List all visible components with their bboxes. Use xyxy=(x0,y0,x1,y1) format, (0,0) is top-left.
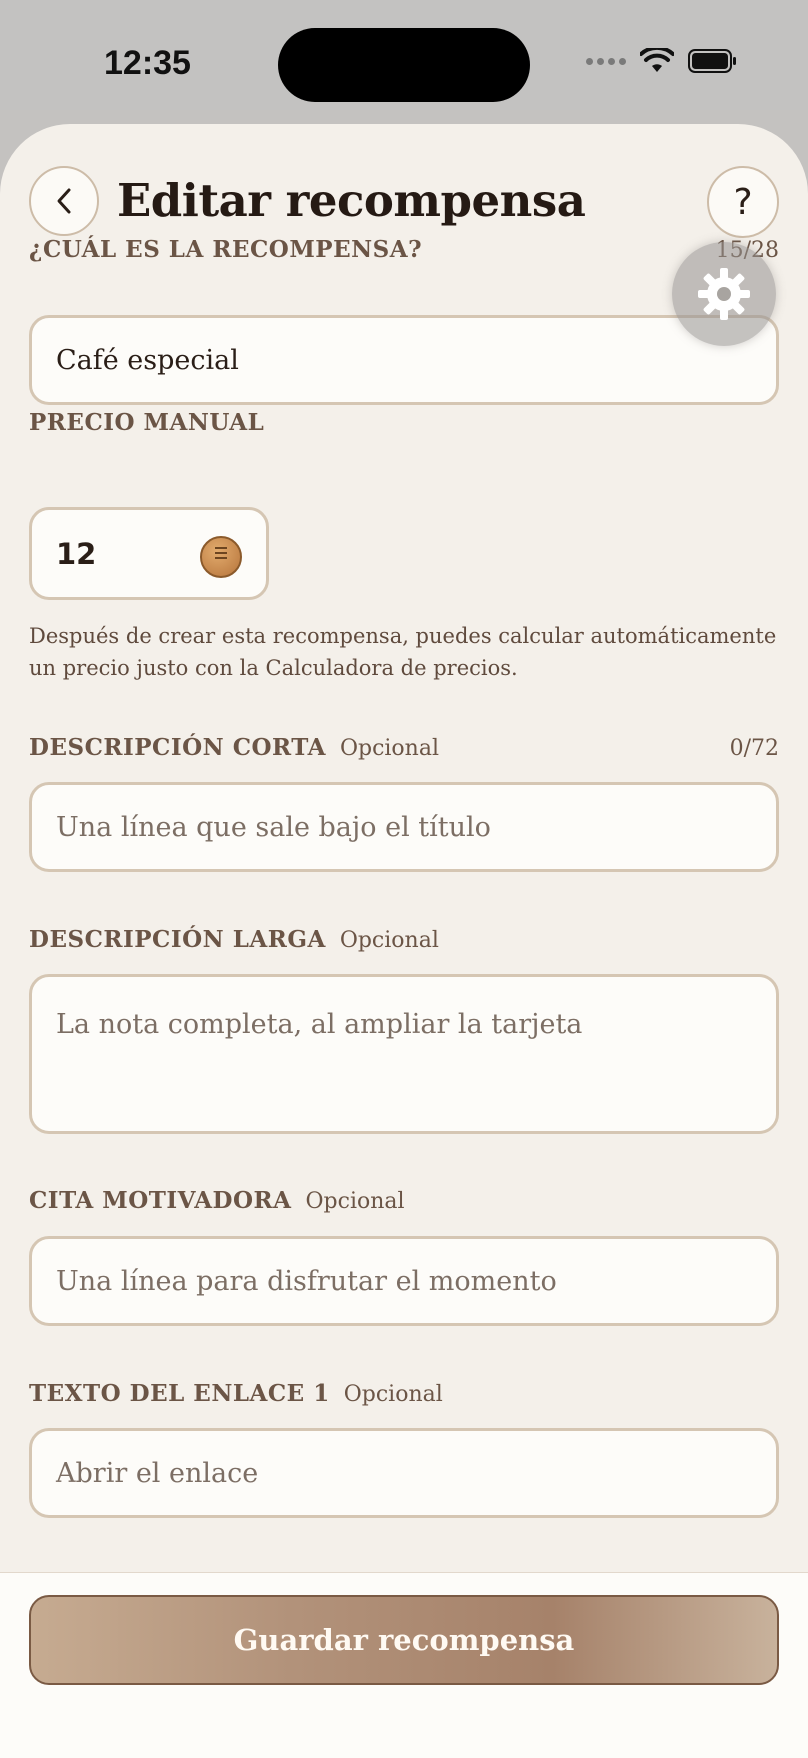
question-icon: ? xyxy=(733,181,753,223)
quote-placeholder: Una línea para disfrutar el momento xyxy=(56,1265,557,1297)
status-icons xyxy=(586,48,738,74)
reward-name-input[interactable]: Café especial xyxy=(29,315,779,405)
optional-tag: Opcional xyxy=(305,1189,405,1214)
short-description-counter: 0/72 xyxy=(729,736,779,761)
price-input[interactable]: 12 xyxy=(29,507,269,600)
save-reward-button[interactable]: Guardar recompensa xyxy=(29,1595,779,1685)
gear-icon xyxy=(698,268,750,320)
cellular-signal-icon xyxy=(586,57,626,65)
short-description-placeholder: Una línea que sale bajo el título xyxy=(56,811,491,843)
chevron-left-icon xyxy=(57,188,71,214)
reward-name-value: Café especial xyxy=(56,344,239,376)
footer-bar: Guardar recompensa xyxy=(0,1572,808,1758)
quote-title: CITA MOTIVADORA xyxy=(29,1187,292,1214)
help-button[interactable]: ? xyxy=(707,166,779,238)
price-help-text: Después de crear esta recompensa, puedes… xyxy=(29,624,777,680)
optional-tag: Opcional xyxy=(343,1382,443,1407)
short-description-input[interactable]: Una línea que sale bajo el título xyxy=(29,782,779,872)
reward-name-label: ¿CUÁL ES LA RECOMPENSA? xyxy=(29,236,423,263)
back-button[interactable] xyxy=(29,166,99,236)
quote-label: CITA MOTIVADORA Opcional xyxy=(29,1187,405,1214)
price-value: 12 xyxy=(56,536,97,571)
price-label: PRECIO MANUAL xyxy=(29,409,265,436)
status-bar: 12:35 xyxy=(0,0,808,110)
optional-tag: Opcional xyxy=(339,928,439,953)
optional-tag: Opcional xyxy=(339,736,439,761)
long-description-title: DESCRIPCIÓN LARGA xyxy=(29,926,326,953)
save-reward-label: Guardar recompensa xyxy=(233,1623,575,1657)
quote-input[interactable]: Una línea para disfrutar el momento xyxy=(29,1236,779,1326)
dynamic-island xyxy=(278,28,530,102)
link-text-label: TEXTO DEL ENLACE 1 Opcional xyxy=(29,1380,443,1407)
edit-reward-sheet: Editar recompensa ? ¿CUÁL ES LA RECOMPEN… xyxy=(0,124,808,1758)
status-time: 12:35 xyxy=(104,44,191,82)
page-title: Editar recompensa xyxy=(117,174,586,227)
settings-button[interactable] xyxy=(672,242,776,346)
long-description-input[interactable]: La nota completa, al ampliar la tarjeta xyxy=(29,974,779,1134)
link-text-input[interactable]: Abrir el enlace xyxy=(29,1428,779,1518)
link-text-title: TEXTO DEL ENLACE 1 xyxy=(29,1380,330,1407)
short-description-title: DESCRIPCIÓN CORTA xyxy=(29,734,326,761)
coin-icon xyxy=(200,536,242,578)
long-description-placeholder: La nota completa, al ampliar la tarjeta xyxy=(56,1009,583,1040)
link-text-placeholder: Abrir el enlace xyxy=(56,1457,259,1489)
short-description-label: DESCRIPCIÓN CORTA Opcional xyxy=(29,734,439,761)
battery-icon xyxy=(688,49,736,73)
wifi-icon xyxy=(640,48,674,72)
long-description-label: DESCRIPCIÓN LARGA Opcional xyxy=(29,926,439,953)
